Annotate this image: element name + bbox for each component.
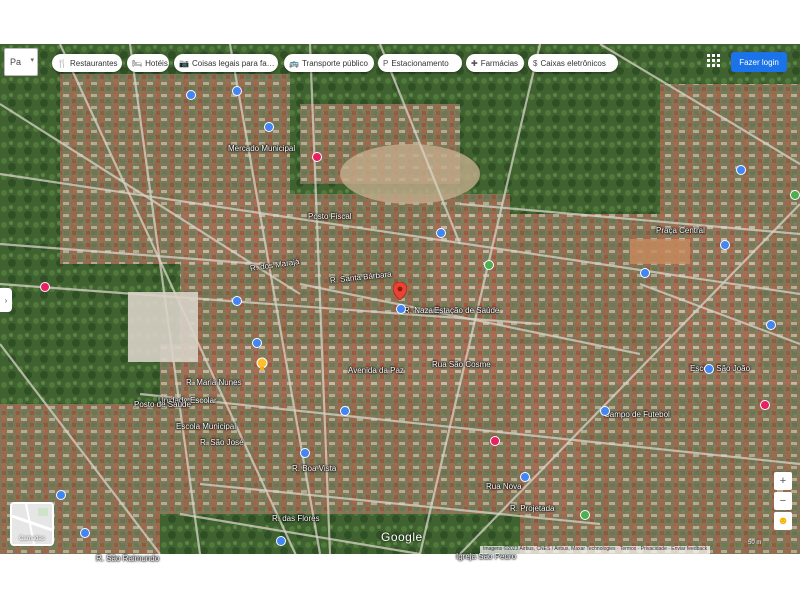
chip-label: Caixas eletrônicos xyxy=(540,58,606,68)
layers-button[interactable]: Camadas xyxy=(10,502,54,546)
chip-label: Restaurantes xyxy=(69,58,118,68)
light-bulb-icon[interactable] xyxy=(255,357,269,371)
map-place-label[interactable]: R. das Flores xyxy=(272,514,320,523)
chip-label: Coisas legais para fa… xyxy=(191,58,275,68)
category-chip[interactable]: $ Caixas eletrônicos xyxy=(528,54,618,72)
scale-label[interactable]: 50 m xyxy=(748,540,761,546)
camera-icon: 📷 xyxy=(179,58,189,68)
attribution-text[interactable]: Imagens ©2023 Airbus, CNES / Airbus, Max… xyxy=(480,546,711,554)
apps-grid-icon[interactable] xyxy=(707,54,721,68)
collapse-panel-button[interactable]: › xyxy=(0,288,12,312)
urban-block xyxy=(520,374,800,554)
hotel-icon: 🛏 xyxy=(132,58,143,68)
top-toolbar: Pa ▾ 🍴 Restaurantes 🛏 Hotéis 📷 Coisas legais … xyxy=(0,44,800,80)
category-chip[interactable]: 📷 Coisas legais para fa… xyxy=(174,54,278,72)
poi-marker-icon[interactable] xyxy=(704,364,714,374)
mode-selector[interactable]: Pa ▾ xyxy=(4,48,38,76)
poi-marker-icon[interactable] xyxy=(340,406,350,416)
category-chip[interactable]: 🚌 Transporte público xyxy=(284,54,374,72)
poi-marker-icon[interactable] xyxy=(300,448,310,458)
poi-marker-icon[interactable] xyxy=(580,510,590,520)
map-place-label[interactable]: Praça Central xyxy=(656,226,705,235)
chip-label: Estacionamento xyxy=(391,58,449,68)
map-controls: + − ☻ xyxy=(774,472,792,532)
map-place-label[interactable]: Posto Fiscal xyxy=(308,212,352,221)
poi-marker-icon[interactable] xyxy=(80,528,90,538)
chevron-right-icon: › xyxy=(4,295,8,305)
parking-icon: P xyxy=(383,58,389,68)
pegman-icon[interactable]: ☻ xyxy=(774,512,792,530)
poi-marker-icon[interactable] xyxy=(600,406,610,416)
poi-marker-icon[interactable] xyxy=(312,152,322,162)
poi-marker-icon[interactable] xyxy=(736,165,746,175)
chip-label: Transporte público xyxy=(301,58,368,68)
map-place-label[interactable]: R. Boa Vista xyxy=(292,464,336,473)
poi-marker-icon[interactable] xyxy=(720,240,730,250)
map-place-label[interactable]: Posto de Saúde xyxy=(134,400,191,409)
clearing xyxy=(128,292,198,362)
map-place-label[interactable]: Campo de Futebol xyxy=(604,410,670,419)
map-place-label[interactable]: R. Maria Nunes xyxy=(186,378,242,387)
poi-marker-icon[interactable] xyxy=(790,190,800,200)
layers-label: Camadas xyxy=(19,536,45,542)
category-chip[interactable]: 🍴 Restaurantes xyxy=(52,54,122,72)
category-chip[interactable]: 🛏 Hotéis xyxy=(127,54,169,72)
poi-marker-icon[interactable] xyxy=(396,304,406,314)
poi-marker-icon[interactable] xyxy=(766,320,776,330)
poi-marker-icon[interactable] xyxy=(186,90,196,100)
map-place-label[interactable]: Rua São Cosme xyxy=(432,360,491,369)
map-place-label[interactable]: R. São Raimundo xyxy=(96,554,159,563)
sign-in-button[interactable]: Fazer login xyxy=(731,52,787,72)
map-place-label[interactable]: Escola São João xyxy=(690,364,750,373)
atm-icon: $ xyxy=(533,58,538,68)
zoom-out-button[interactable]: − xyxy=(774,492,792,510)
category-chip[interactable]: P Estacionamento xyxy=(378,54,462,72)
category-chip[interactable]: ✚ Farmácias xyxy=(466,54,524,72)
restaurant-icon: 🍴 xyxy=(57,58,67,68)
map-place-label[interactable]: R. Projetada xyxy=(510,504,554,513)
chip-label: Farmácias xyxy=(480,58,519,68)
map-place-label[interactable]: Estação de Saúde xyxy=(434,306,499,315)
poi-marker-icon[interactable] xyxy=(760,400,770,410)
pharmacy-icon: ✚ xyxy=(471,58,478,68)
google-logo: Google xyxy=(381,530,423,544)
poi-marker-icon[interactable] xyxy=(490,436,500,446)
map-place-label[interactable]: Avenida da Paz xyxy=(348,366,404,375)
map-place-label[interactable]: Escola Municipal xyxy=(176,422,236,431)
clearing xyxy=(340,144,480,204)
map-place-label[interactable]: Mercado Municipal xyxy=(228,144,295,153)
poi-marker-icon[interactable] xyxy=(232,86,242,96)
poi-marker-icon[interactable] xyxy=(40,282,50,292)
poi-marker-icon[interactable] xyxy=(252,338,262,348)
zoom-in-button[interactable]: + xyxy=(774,472,792,490)
mode-label: Pa xyxy=(10,57,22,67)
map-place-label[interactable]: R. São José xyxy=(200,438,244,447)
poi-marker-icon[interactable] xyxy=(484,260,494,270)
poi-marker-icon[interactable] xyxy=(232,296,242,306)
poi-marker-icon[interactable] xyxy=(436,228,446,238)
location-pin-icon[interactable] xyxy=(392,281,408,301)
poi-marker-icon[interactable] xyxy=(56,490,66,500)
poi-marker-icon[interactable] xyxy=(264,122,274,132)
poi-marker-icon[interactable] xyxy=(640,268,650,278)
poi-marker-icon[interactable] xyxy=(520,472,530,482)
chevron-down-icon: ▾ xyxy=(30,57,34,64)
poi-marker-icon[interactable] xyxy=(276,536,286,546)
bus-icon: 🚌 xyxy=(289,58,299,68)
chip-label: Hotéis xyxy=(145,58,168,68)
map-place-label[interactable]: Rua Nova xyxy=(486,482,522,491)
clearing xyxy=(630,239,690,264)
